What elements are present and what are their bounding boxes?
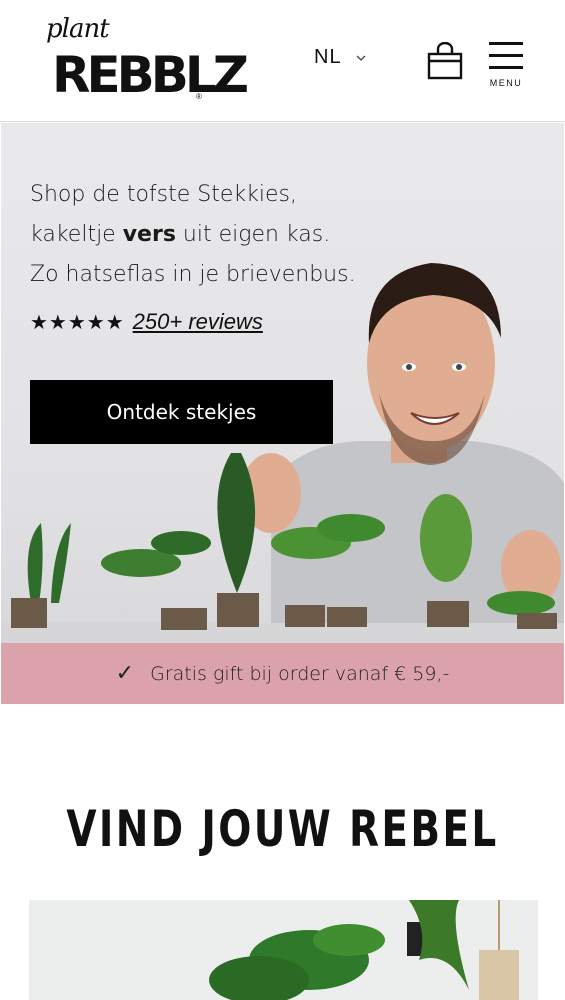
menu-label: MENU	[489, 78, 523, 88]
reviews-summary: ★★★★★ 250+ reviews	[30, 309, 263, 335]
plants-room-image	[29, 900, 538, 1000]
plant-category-image[interactable]	[29, 900, 538, 1000]
hero-line-1: Shop de tofste Stekkies,	[30, 182, 297, 207]
hero-line-3: Zo hatseflas in je brievenbus.	[30, 262, 356, 287]
plant-rebelz-logo[interactable]: plant REBBLZ ®	[44, 14, 249, 106]
logo-plant-text: plant	[46, 14, 110, 44]
hero-banner: Shop de tofste Stekkies, kakeltje vers u…	[1, 123, 564, 643]
hero-tagline: Shop de tofste Stekkies, kakeltje vers u…	[30, 175, 360, 295]
menu-button[interactable]: MENU	[488, 42, 524, 90]
checkmark-icon: ✓	[115, 661, 135, 686]
reviews-link[interactable]: 250+ reviews	[133, 309, 263, 335]
logo-registered-mark: ®	[196, 92, 202, 101]
hamburger-bar	[489, 54, 523, 57]
promo-text: Gratis gift bij order vanaf € 59,-	[150, 662, 450, 685]
chevron-down-icon	[356, 55, 366, 61]
hero-line-2-before: kakeltje	[30, 222, 123, 247]
hero-line-2-after: uit eigen kas.	[175, 222, 331, 247]
language-selector[interactable]: NL	[314, 46, 366, 69]
section-title: VIND JOUW REBEL	[66, 800, 499, 858]
hero-line-2-bold: vers	[122, 222, 176, 247]
hamburger-menu-icon	[489, 42, 523, 45]
site-header: plant REBBLZ ® NL MENU	[0, 0, 565, 122]
discover-cuttings-button[interactable]: Ontdek stekjes	[30, 380, 333, 444]
logo-rebelz-text: REBBLZ	[52, 46, 249, 104]
star-rating-icon: ★★★★★	[30, 311, 125, 334]
free-gift-promo-bar: ✓ Gratis gift bij order vanaf € 59,-	[1, 643, 564, 704]
shopping-bag-icon[interactable]	[426, 42, 464, 80]
language-label: NL	[314, 46, 342, 68]
hamburger-bar	[489, 66, 523, 69]
hero-line-2: kakeltje vers uit eigen kas.	[30, 215, 360, 255]
